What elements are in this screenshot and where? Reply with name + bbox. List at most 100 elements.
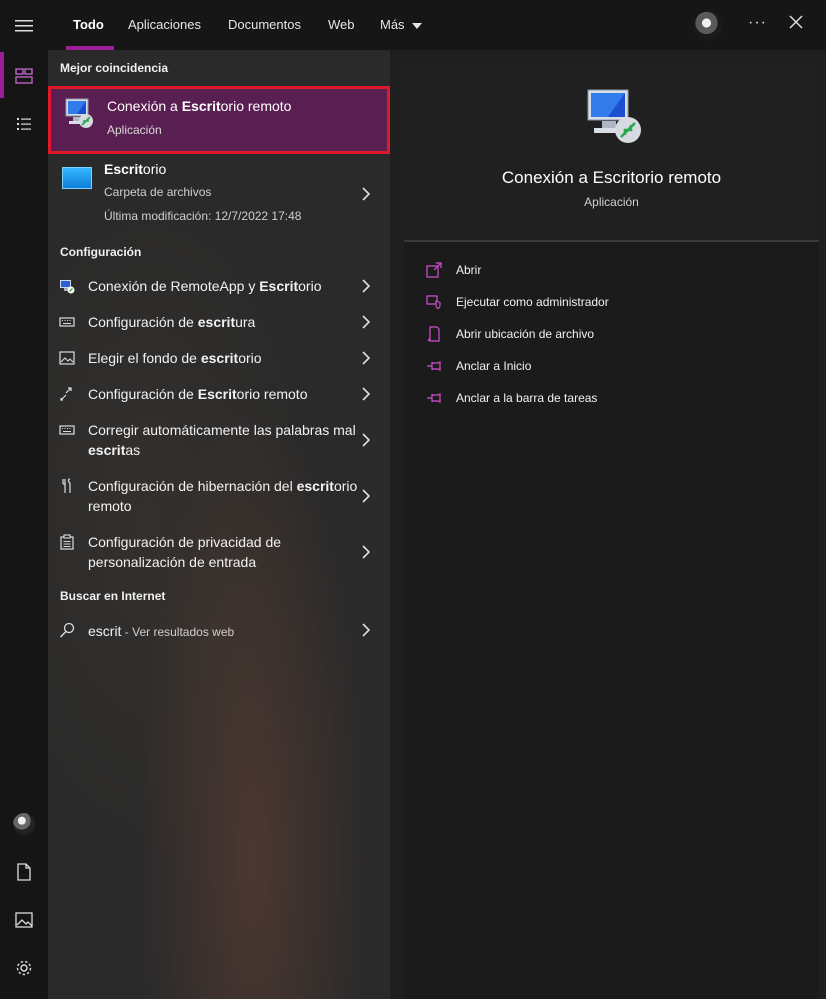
label-match: Escrit: [197, 386, 237, 402]
title-text-rest: orio remoto: [220, 98, 292, 114]
rail-documents-button[interactable]: [0, 848, 48, 896]
action-label: Abrir ubicación de archivo: [456, 327, 595, 341]
settings-item-background[interactable]: Elegir el fondo de escritorio: [48, 346, 390, 370]
web-suffix: - Ver resultados web: [121, 625, 235, 639]
more-options-button[interactable]: ···: [748, 14, 767, 32]
tab-mas[interactable]: Más: [380, 0, 423, 50]
caret-down-icon: [412, 22, 423, 29]
shield-icon: [426, 295, 441, 310]
search-icon: [60, 622, 75, 638]
label-text-rest: as: [125, 442, 141, 458]
close-button[interactable]: [789, 15, 803, 34]
file-location-icon: [427, 326, 440, 342]
label-text: Configuración de: [88, 314, 198, 330]
settings-item-label: Configuración de hibernación del escrito…: [88, 476, 358, 516]
detail-subtitle: Aplicación: [584, 195, 639, 209]
title-match: Escrit: [181, 98, 221, 114]
tab-documentos[interactable]: Documentos: [228, 0, 301, 50]
chevron-right-icon: [362, 623, 371, 637]
web-query: escrit: [88, 623, 122, 639]
pin-icon: [427, 361, 441, 371]
label-text: Corregir automáticamente las palabras ma…: [88, 422, 356, 438]
rail-settings-button[interactable]: [0, 944, 48, 992]
chevron-right-icon: [362, 187, 371, 201]
folder-result-item[interactable]: Escritorio Carpeta de archivos Última mo…: [48, 156, 390, 232]
title-match: Escrit: [104, 161, 143, 177]
tab-todo[interactable]: Todo: [73, 0, 104, 50]
label-match: Escrit: [259, 278, 299, 294]
rail-account-button[interactable]: [0, 800, 48, 848]
settings-item-privacy[interactable]: Configuración de privacidad de personali…: [48, 530, 390, 574]
action-label: Ejecutar como administrador: [456, 295, 609, 309]
label-match: escrit: [88, 442, 126, 458]
chevron-right-icon: [362, 545, 371, 559]
desktop-folder-icon: [62, 167, 92, 189]
label-text-rest: ura: [235, 314, 256, 330]
close-icon: [789, 15, 803, 29]
avatar: [13, 813, 35, 835]
hamburger-menu-button[interactable]: [0, 2, 48, 50]
gear-icon: [16, 960, 32, 976]
tools-icon: [62, 478, 71, 493]
action-pin-start[interactable]: Anclar a Inicio: [426, 356, 806, 376]
chevron-right-icon: [362, 315, 371, 329]
detail-header: Conexión a Escritorio remoto Aplicación: [404, 64, 819, 240]
document-icon: [17, 863, 31, 881]
rail-all-button[interactable]: [0, 52, 48, 100]
hamburger-icon: [15, 20, 33, 32]
label-match: escrit: [197, 314, 236, 330]
action-pin-taskbar[interactable]: Anclar a la barra de tareas: [426, 388, 806, 408]
tab-mas-label: Más: [380, 17, 405, 32]
web-search-label: escrit - Ver resultados web: [88, 621, 358, 642]
settings-item-label: Elegir el fondo de escritorio: [88, 348, 358, 368]
settings-item-hibernation[interactable]: Configuración de hibernación del escrito…: [48, 474, 390, 518]
settings-item-autocorrect[interactable]: Corregir automáticamente las palabras ma…: [48, 418, 390, 462]
settings-item-remote-desktop[interactable]: Configuración de Escritorio remoto: [48, 382, 390, 406]
list-icon: [17, 118, 31, 130]
label-match: escrit: [200, 350, 239, 366]
remote-desktop-icon: [587, 89, 641, 143]
label-text: Configuración de: [88, 386, 198, 402]
chevron-right-icon: [362, 489, 371, 503]
detail-pane: Conexión a Escritorio remoto Aplicación …: [404, 64, 819, 999]
rail-list-button[interactable]: [0, 100, 48, 148]
label-match: escrit: [296, 478, 334, 494]
windows-search-panel: Todo Aplicaciones Documentos Web Más ···…: [0, 0, 826, 999]
account-avatar[interactable]: [693, 11, 723, 41]
chevron-right-icon: [362, 279, 371, 293]
left-rail: [0, 0, 48, 999]
settings-item-remoteapp[interactable]: Conexión de RemoteApp y Escritorio: [48, 274, 390, 298]
remote-arrows-icon: [60, 387, 72, 401]
label-text: Elegir el fondo de: [88, 350, 201, 366]
label-text: Conexión de RemoteApp y: [88, 278, 260, 294]
tab-aplicaciones[interactable]: Aplicaciones: [128, 0, 201, 50]
rail-pictures-button[interactable]: [0, 896, 48, 944]
label-text-rest: orio: [298, 278, 322, 294]
settings-item-writing[interactable]: Configuración de escritura: [48, 310, 390, 334]
tab-web[interactable]: Web: [328, 0, 355, 50]
settings-item-label: Corregir automáticamente las palabras ma…: [88, 420, 358, 460]
web-search-item[interactable]: escrit - Ver resultados web: [48, 618, 390, 642]
best-match-item[interactable]: Conexión a Escritorio remoto Aplicación: [48, 86, 390, 154]
keyboard-icon: [59, 317, 75, 327]
settings-item-label: Configuración de privacidad de personali…: [88, 532, 358, 572]
label-text: Configuración de hibernación del: [88, 478, 297, 494]
results-pane: Mejor coincidencia Conexión a Escritorio…: [48, 50, 390, 999]
chevron-right-icon: [362, 387, 371, 401]
action-open-file-location[interactable]: Abrir ubicación de archivo: [426, 324, 806, 344]
action-label: Abrir: [456, 263, 482, 277]
title-text: Conexión a: [107, 98, 182, 114]
detail-title: Conexión a Escritorio remoto: [501, 168, 722, 187]
title-text-rest: orio: [142, 161, 167, 177]
action-open[interactable]: Abrir: [426, 260, 806, 280]
best-match-heading: Mejor coincidencia: [60, 61, 169, 75]
action-run-as-admin[interactable]: Ejecutar como administrador: [426, 292, 806, 312]
keyboard-icon: [59, 425, 75, 435]
best-match-subtitle: Aplicación: [107, 123, 162, 137]
web-search-heading: Buscar en Internet: [60, 589, 166, 603]
remote-desktop-icon: [65, 98, 93, 128]
folder-modified: Última modificación: 12/7/2022 17:48: [104, 209, 302, 223]
detail-divider: [404, 240, 819, 242]
settings-item-label: Configuración de escritura: [88, 312, 358, 332]
open-icon: [426, 262, 442, 278]
